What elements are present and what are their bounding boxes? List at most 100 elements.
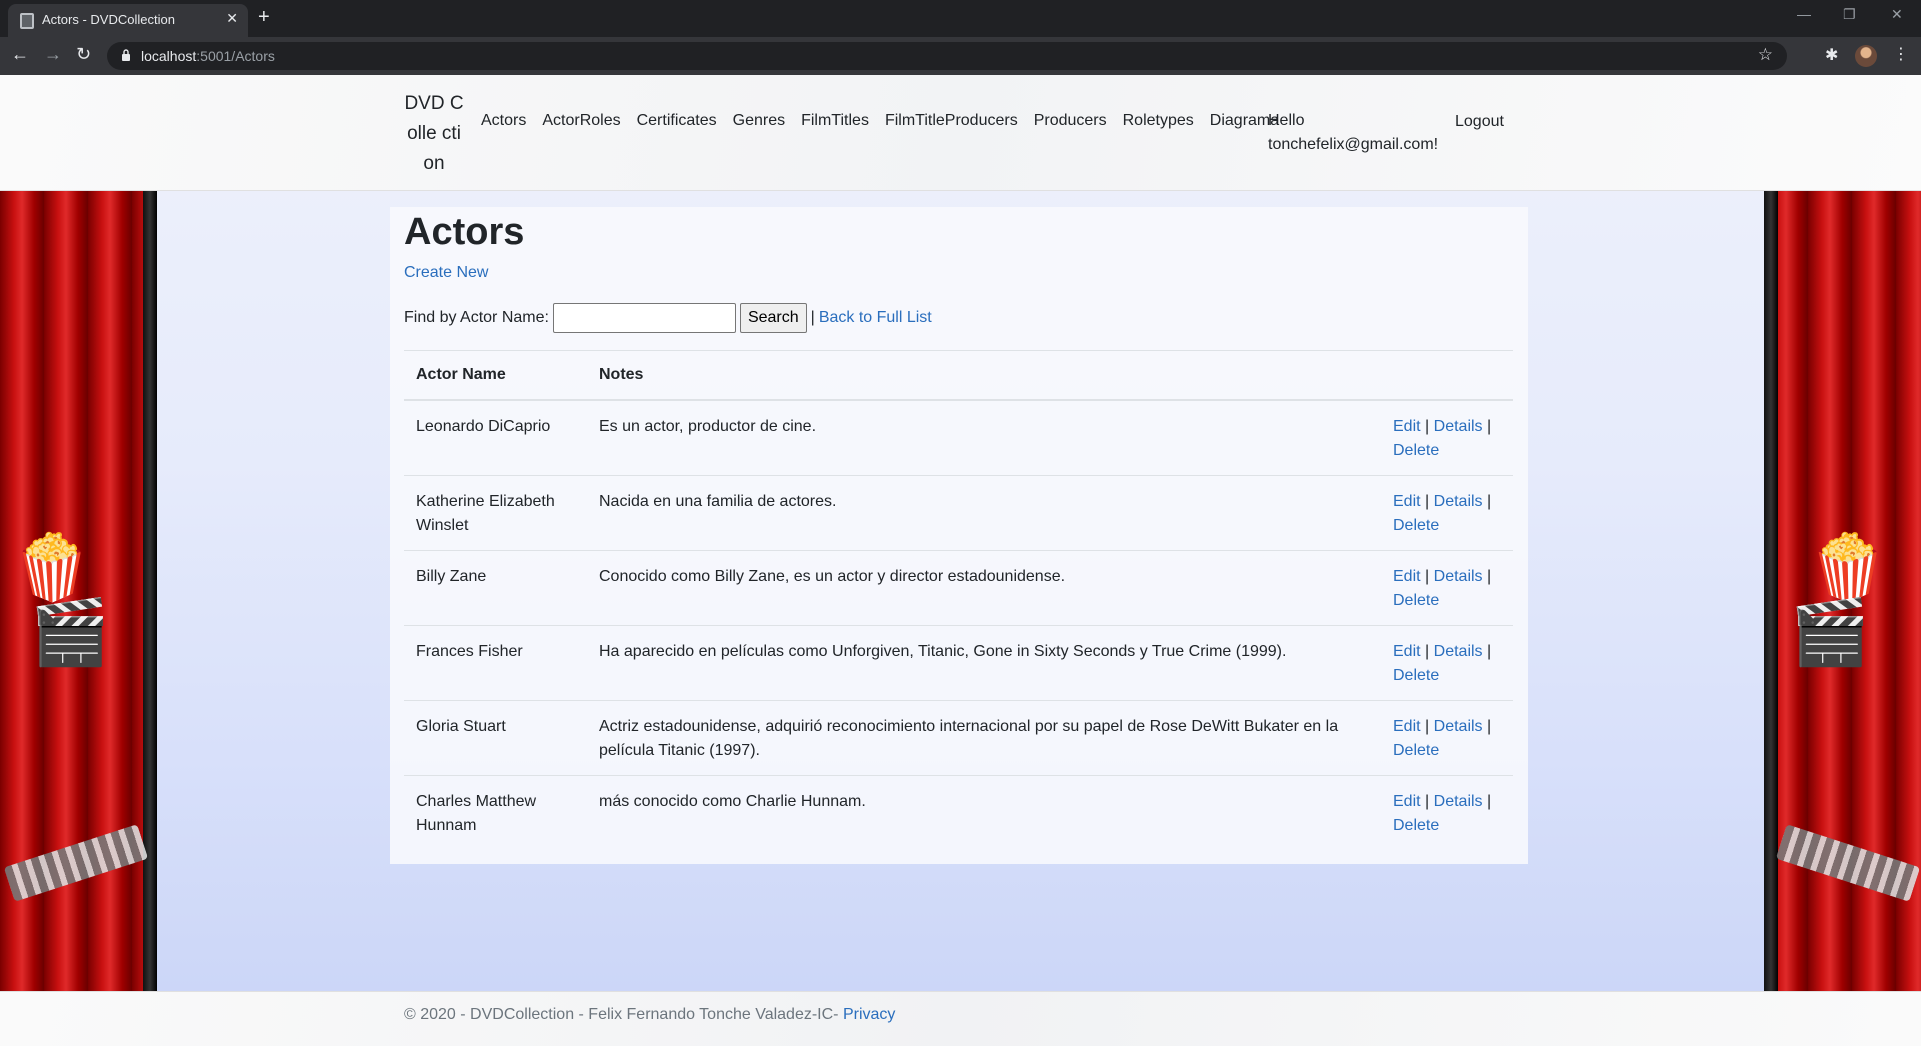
browser-toolbar: ← → ↻ localhost:5001/Actors ☆ ✱ ⋮ xyxy=(0,37,1921,75)
window-close-icon[interactable]: ✕ xyxy=(1891,6,1903,23)
edit-link[interactable]: Edit xyxy=(1393,643,1421,660)
extensions-icon[interactable]: ✱ xyxy=(1825,45,1838,65)
action-separator: | xyxy=(1487,793,1492,810)
actor-name-cell: Frances Fisher xyxy=(404,625,587,701)
edit-link[interactable]: Edit xyxy=(1393,493,1421,510)
table-row: Billy Zane Conocido como Billy Zane, es u… xyxy=(404,550,1513,626)
table-row: Katherine Elizabeth Winslet Nacida en una… xyxy=(404,475,1513,551)
nav-roletypes[interactable]: Roletypes xyxy=(1115,109,1202,133)
address-bar[interactable]: localhost:5001/Actors ☆ xyxy=(107,42,1787,70)
close-tab-icon[interactable]: ✕ xyxy=(226,10,238,27)
row-actions: Edit | Details | Delete xyxy=(1381,475,1513,551)
page-title: Actors xyxy=(404,211,525,253)
edit-link[interactable]: Edit xyxy=(1393,718,1421,735)
logout-button[interactable]: Logout xyxy=(1455,110,1504,134)
edit-link[interactable]: Edit xyxy=(1393,793,1421,810)
url-text: localhost:5001/Actors xyxy=(141,48,275,64)
nav-filmtitleproducers[interactable]: FilmTitleProducers xyxy=(877,109,1026,133)
footer-text: © 2020 - DVDCollection - Felix Fernando … xyxy=(404,1006,896,1023)
action-separator: | xyxy=(1425,643,1430,660)
nav-filmtitles[interactable]: FilmTitles xyxy=(793,109,877,133)
actor-name-cell: Gloria Stuart xyxy=(404,700,587,776)
row-actions: Edit | Details | Delete xyxy=(1381,625,1513,701)
delete-link[interactable]: Delete xyxy=(1393,517,1439,534)
forward-icon[interactable]: → xyxy=(44,44,62,65)
details-link[interactable]: Details xyxy=(1434,418,1483,435)
row-actions: Edit | Details | Delete xyxy=(1381,700,1513,776)
bookmark-star-icon[interactable]: ☆ xyxy=(1758,45,1773,65)
action-separator: | xyxy=(1425,568,1430,585)
nav-producers[interactable]: Producers xyxy=(1026,109,1115,133)
user-greeting-link[interactable]: Hello tonchefelix@gmail.com! xyxy=(1268,109,1438,157)
edit-link[interactable]: Edit xyxy=(1393,568,1421,585)
tab-title: Actors - DVDCollection xyxy=(42,12,175,27)
details-link[interactable]: Details xyxy=(1434,793,1483,810)
back-to-full-list-link[interactable]: Back to Full List xyxy=(819,309,932,327)
search-button[interactable]: Search xyxy=(739,303,807,333)
table-row: Leonardo DiCaprio Es un actor, productor … xyxy=(404,399,1513,476)
details-link[interactable]: Details xyxy=(1434,718,1483,735)
lock-icon xyxy=(122,49,130,61)
row-actions: Edit | Details | Delete xyxy=(1381,775,1513,850)
main-nav: Actors ActorRoles Certificates Genres Fi… xyxy=(473,109,1287,133)
details-link[interactable]: Details xyxy=(1434,568,1483,585)
nav-genres[interactable]: Genres xyxy=(725,109,793,133)
brand-link[interactable]: DVD Colle ction xyxy=(404,89,464,179)
action-separator: | xyxy=(1487,418,1492,435)
actors-table: Actor Name Notes Leonardo DiCaprio Es un … xyxy=(404,350,1513,850)
reload-icon[interactable]: ↻ xyxy=(76,44,91,65)
nav-certificates[interactable]: Certificates xyxy=(629,109,725,133)
actor-name-cell: Katherine Elizabeth Winslet xyxy=(404,475,587,551)
delete-link[interactable]: Delete xyxy=(1393,742,1439,759)
table-row: Frances Fisher Ha aparecido en películas … xyxy=(404,625,1513,701)
delete-link[interactable]: Delete xyxy=(1393,592,1439,609)
nav-actors[interactable]: Actors xyxy=(473,109,534,133)
notes-cell: Es un actor, productor de cine. xyxy=(587,399,1381,476)
action-separator: | xyxy=(1487,643,1492,660)
greeting-word: Hello xyxy=(1268,112,1305,129)
action-separator: | xyxy=(1487,568,1492,585)
create-new-link[interactable]: Create New xyxy=(404,264,488,282)
browser-tabstrip: Actors - DVDCollection ✕ + — ❐ ✕ xyxy=(0,0,1921,37)
actor-name-search-input[interactable] xyxy=(552,303,736,333)
back-icon[interactable]: ← xyxy=(11,44,29,65)
restore-icon[interactable]: ❐ xyxy=(1843,6,1856,23)
right-curtain-pole xyxy=(1764,191,1778,991)
table-row: Gloria Stuart Actriz estadounidense, adqu… xyxy=(404,700,1513,776)
edit-link[interactable]: Edit xyxy=(1393,418,1421,435)
notes-cell: Actriz estadounidense, adquirió reconoci… xyxy=(587,700,1381,776)
actor-name-cell: Charles Matthew Hunnam xyxy=(404,775,587,850)
row-actions: Edit | Details | Delete xyxy=(1381,399,1513,476)
profile-avatar[interactable] xyxy=(1855,45,1877,67)
delete-link[interactable]: Delete xyxy=(1393,817,1439,834)
details-link[interactable]: Details xyxy=(1434,643,1483,660)
action-separator: | xyxy=(1425,793,1430,810)
action-separator: | xyxy=(1425,718,1430,735)
clapperboard-icon: 🎬 xyxy=(30,596,110,668)
site-header: DVD Colle ction Actors ActorRoles Certif… xyxy=(0,75,1921,191)
search-form: Find by Actor Name: Search | Back to Ful… xyxy=(404,302,932,334)
minimize-icon[interactable]: — xyxy=(1797,6,1811,22)
action-separator: | xyxy=(1487,493,1492,510)
details-link[interactable]: Details xyxy=(1434,493,1483,510)
clapperboard-icon-right: 🎬 xyxy=(1790,596,1870,668)
delete-link[interactable]: Delete xyxy=(1393,442,1439,459)
notes-cell: Ha aparecido en películas como Unforgive… xyxy=(587,625,1381,701)
actor-name-cell: Leonardo DiCaprio xyxy=(404,399,587,476)
action-separator: | xyxy=(1425,418,1430,435)
action-separator: | xyxy=(1425,493,1430,510)
column-header-notes: Notes xyxy=(587,350,1381,401)
action-separator: | xyxy=(1487,718,1492,735)
privacy-link[interactable]: Privacy xyxy=(843,1006,895,1023)
page: DVD Colle ction Actors ActorRoles Certif… xyxy=(0,75,1921,1046)
browser-menu-icon[interactable]: ⋮ xyxy=(1893,44,1909,64)
notes-cell: Nacida en una familia de actores. xyxy=(587,475,1381,551)
nav-actorroles[interactable]: ActorRoles xyxy=(534,109,628,133)
delete-link[interactable]: Delete xyxy=(1393,667,1439,684)
notes-cell: más conocido como Charlie Hunnam. xyxy=(587,775,1381,850)
table-header-row: Actor Name Notes xyxy=(404,350,1513,401)
left-curtain-pole xyxy=(143,191,157,991)
notes-cell: Conocido como Billy Zane, es un actor y … xyxy=(587,550,1381,626)
browser-tab[interactable]: Actors - DVDCollection ✕ xyxy=(8,4,248,37)
new-tab-icon[interactable]: + xyxy=(258,6,270,29)
